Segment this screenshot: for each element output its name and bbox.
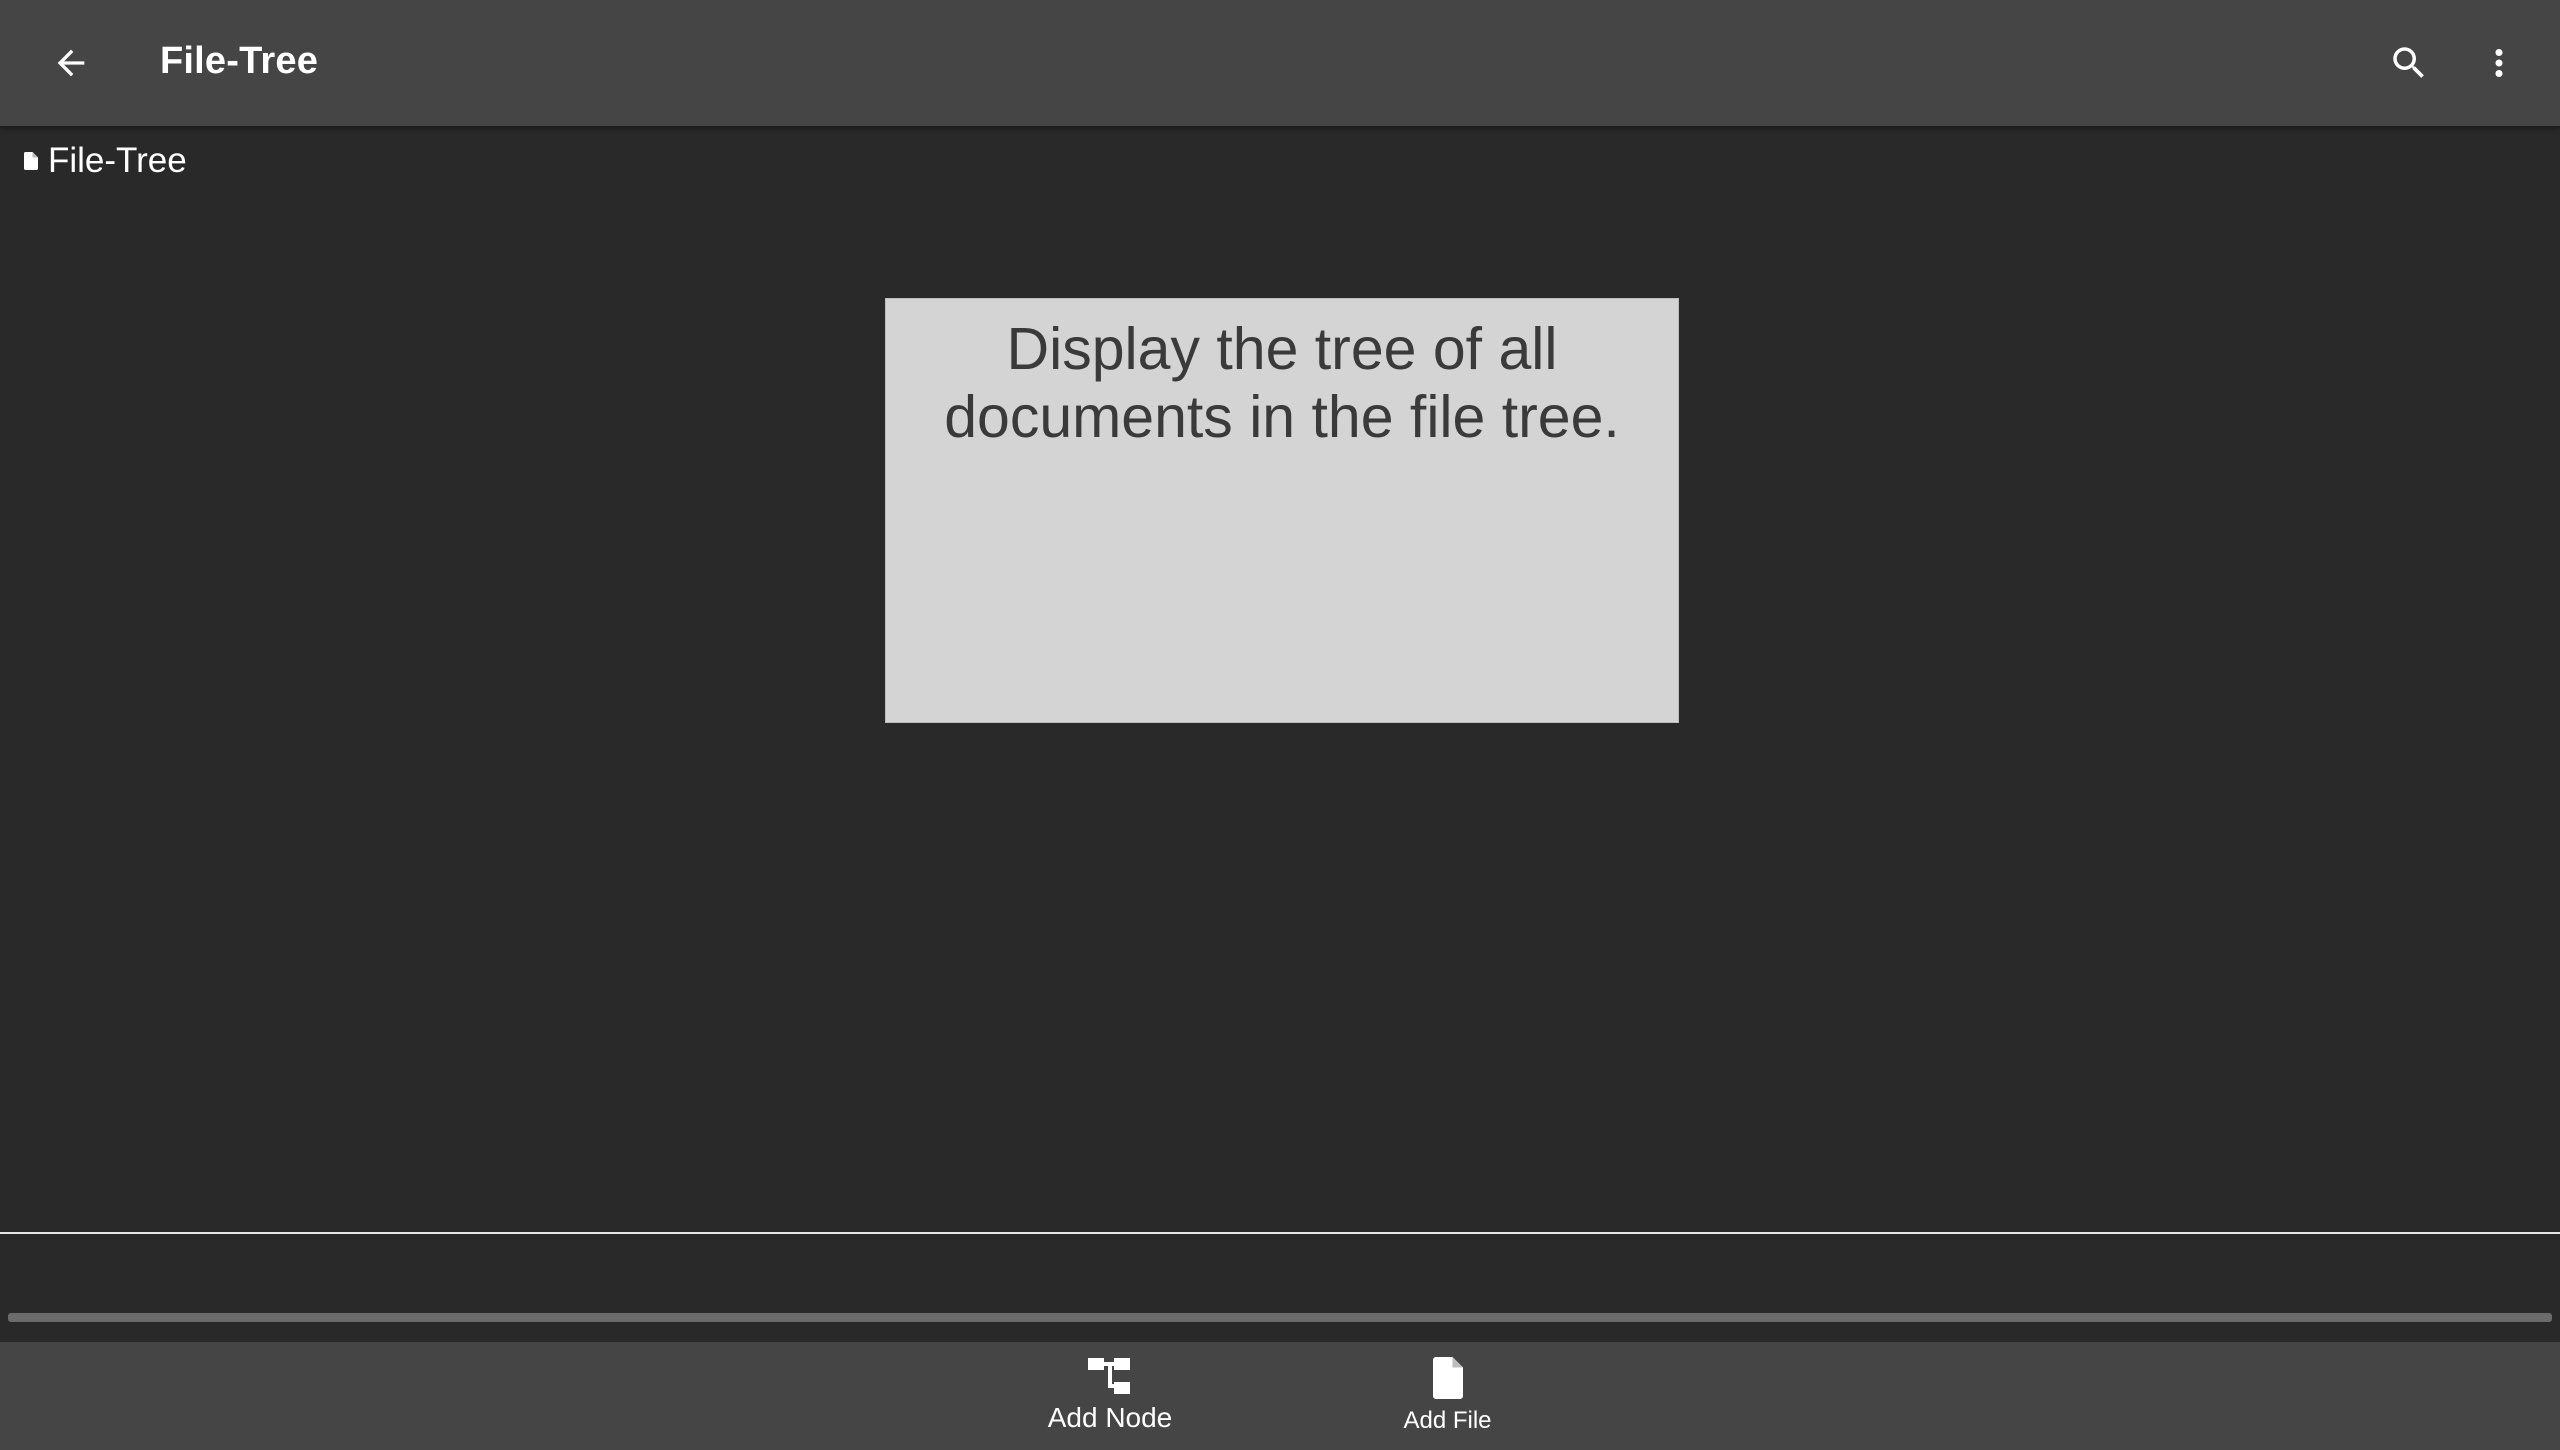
add-file-label: Add File (1403, 1407, 1492, 1434)
add-file-button[interactable]: Add File (1370, 1342, 1525, 1450)
arrow-back-icon (57, 49, 85, 77)
app-bar: File-Tree (0, 0, 2560, 127)
add-node-button[interactable]: Add Node (1035, 1342, 1185, 1450)
info-text: Display the tree of all documents in the… (944, 316, 1620, 450)
info-panel: Display the tree of all documents in the… (885, 298, 1679, 723)
back-button[interactable] (32, 24, 110, 102)
add-node-label: Add Node (1047, 1402, 1173, 1433)
search-button[interactable] (2370, 24, 2448, 102)
breadcrumb-label: File-Tree (48, 141, 187, 180)
search-icon (2393, 47, 2424, 78)
more-options-button[interactable] (2460, 24, 2538, 102)
file-icon (24, 152, 38, 170)
more-vert-icon (2495, 49, 2503, 77)
horizontal-scrollbar[interactable] (8, 1313, 2552, 1322)
breadcrumb[interactable]: File-Tree (24, 138, 187, 184)
node-tree-icon (1088, 1358, 1130, 1394)
page-title: File-Tree (160, 40, 319, 82)
divider (0, 1232, 2560, 1234)
bottom-action-bar: Add Node Add File (0, 1342, 2560, 1450)
file-icon (1432, 1357, 1463, 1399)
